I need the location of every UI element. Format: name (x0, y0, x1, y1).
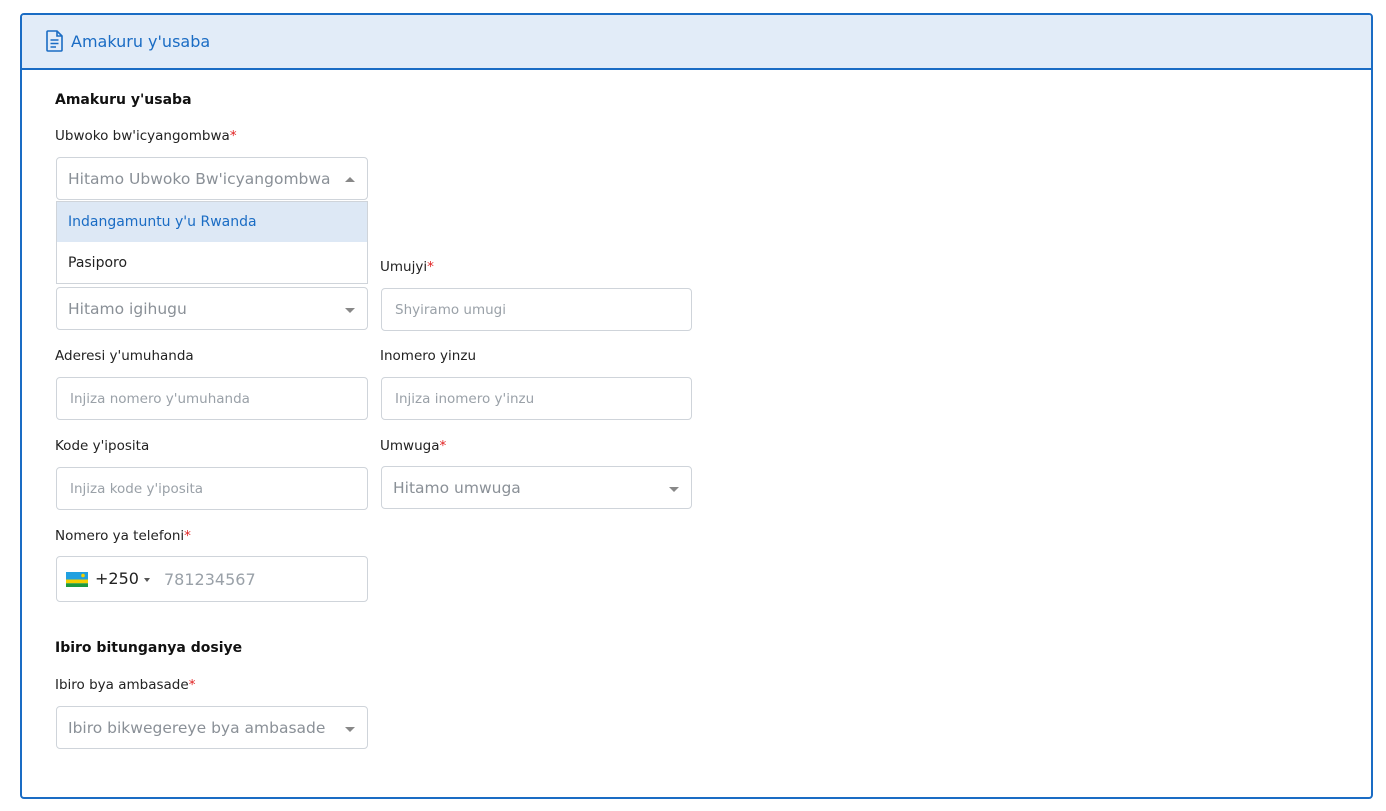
embassy-label-text: Ibiro bya ambasade (55, 677, 189, 693)
embassy-select-value: Ibiro bikwegereye bya ambasade (68, 719, 326, 737)
document-type-label: Ubwoko bw'icyangombwa* (55, 128, 237, 144)
street-input[interactable] (57, 378, 367, 419)
house-field[interactable] (381, 377, 692, 420)
occupation-select-value: Hitamo umwuga (393, 479, 521, 497)
required-mark: * (427, 259, 434, 275)
card-title: Amakuru y'usaba (71, 32, 211, 51)
occupation-label: Umwuga* (380, 438, 446, 454)
street-label: Aderesi y'umuhanda (55, 348, 194, 364)
chevron-down-icon (345, 727, 355, 732)
city-field[interactable] (381, 288, 692, 331)
embassy-select[interactable]: Ibiro bikwegereye bya ambasade (56, 706, 368, 749)
occupation-label-text: Umwuga (380, 438, 440, 454)
section-title-processing-office: Ibiro bitunganya dosiye (55, 640, 243, 656)
country-select[interactable]: Hitamo igihugu (56, 287, 368, 330)
postal-label: Kode y'iposita (55, 438, 150, 454)
caret-down-icon[interactable] (144, 578, 150, 582)
house-input[interactable] (382, 378, 691, 419)
required-mark: * (188, 677, 196, 693)
rwanda-flag-icon[interactable] (66, 572, 88, 587)
phone-field[interactable]: +250 (56, 556, 368, 602)
chevron-up-icon (345, 177, 355, 182)
option-passport[interactable]: Pasiporo (57, 243, 367, 283)
document-type-label-text: Ubwoko bw'icyangombwa (55, 128, 230, 144)
postal-input[interactable] (57, 468, 367, 509)
option-rwanda-id[interactable]: Indangamuntu y'u Rwanda (57, 202, 367, 242)
chevron-down-icon (345, 308, 355, 313)
city-label: Umujyi* (380, 259, 434, 275)
house-label: Inomero yinzu (380, 348, 476, 364)
country-select-value: Hitamo igihugu (68, 300, 187, 318)
required-mark: * (229, 128, 237, 144)
dial-code[interactable]: +250 (95, 569, 139, 588)
required-mark: * (184, 528, 191, 544)
document-type-select-value: Hitamo Ubwoko Bw'icyangombwa (68, 170, 331, 188)
card-header: Amakuru y'usaba (22, 15, 1371, 70)
street-field[interactable] (56, 377, 368, 420)
phone-label-text: Nomero ya telefoni (55, 528, 185, 544)
chevron-down-icon (669, 487, 679, 492)
city-input[interactable] (382, 289, 691, 330)
phone-input[interactable] (152, 557, 367, 601)
applicant-info-card: Amakuru y'usaba Amakuru y'usaba Ubwoko b… (20, 13, 1373, 799)
document-type-dropdown: Indangamuntu y'u Rwanda Pasiporo (56, 201, 368, 284)
required-mark: * (439, 438, 447, 454)
city-label-text: Umujyi (380, 259, 428, 275)
embassy-label: Ibiro bya ambasade* (55, 677, 195, 693)
occupation-select[interactable]: Hitamo umwuga (381, 466, 692, 509)
document-type-select[interactable]: Hitamo Ubwoko Bw'icyangombwa (56, 157, 368, 200)
phone-label: Nomero ya telefoni* (55, 528, 191, 544)
section-title-applicant: Amakuru y'usaba (55, 92, 192, 108)
document-icon (46, 30, 63, 52)
postal-field[interactable] (56, 467, 368, 510)
